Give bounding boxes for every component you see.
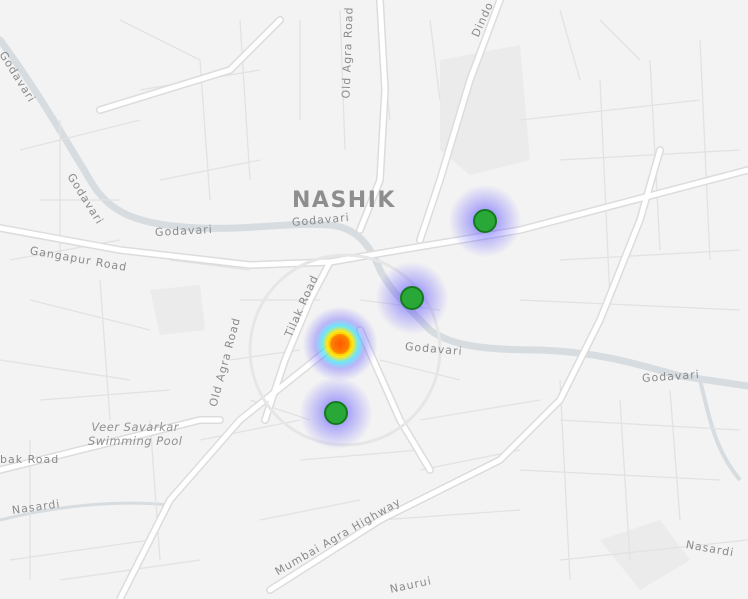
hotspot-core: [473, 209, 497, 233]
hotspot-marker-peak[interactable]: [302, 306, 378, 382]
map-view[interactable]: NASHIK Godavari Godavari Godavari Godava…: [0, 0, 748, 599]
hotspot-core: [324, 401, 348, 425]
park-area: [440, 45, 530, 175]
trimbak-road-label: bak Road: [0, 453, 60, 466]
swimming-pool-label-text: Veer Savarkar Swimming Pool: [88, 420, 183, 448]
city-label: NASHIK: [292, 188, 396, 213]
hotspot-marker[interactable]: [374, 260, 450, 336]
hotspot-core: [400, 286, 424, 310]
hotspot-marker[interactable]: [298, 375, 374, 451]
hotspot-core: [328, 332, 352, 356]
hotspot-marker[interactable]: [447, 183, 523, 259]
swimming-pool-label: Veer Savarkar Swimming Pool: [88, 420, 182, 448]
